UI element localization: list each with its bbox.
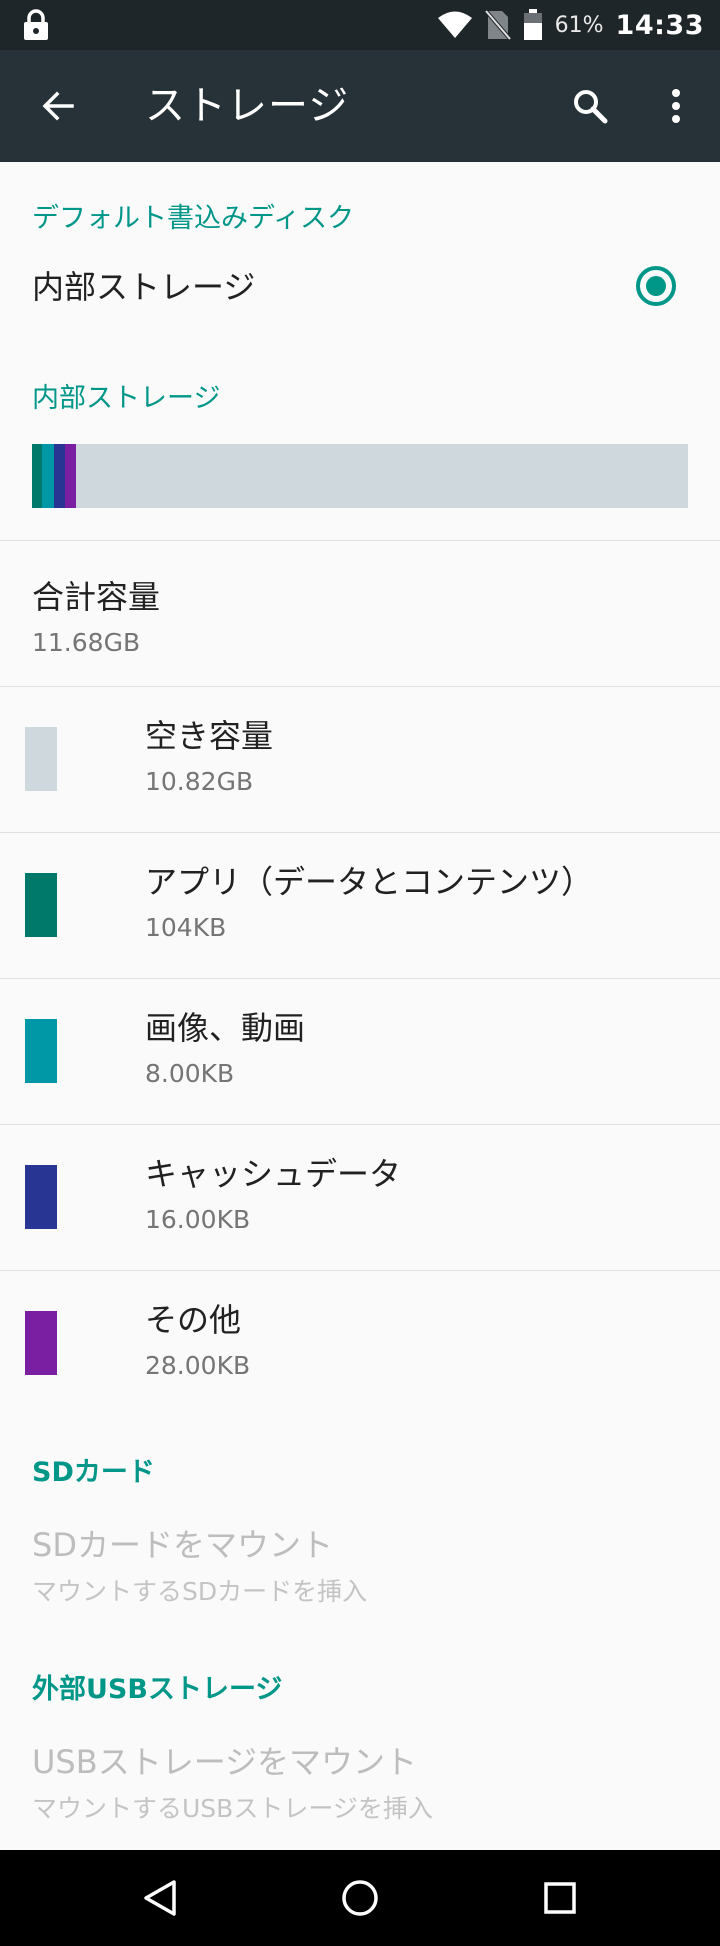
- back-button[interactable]: [30, 78, 86, 134]
- battery-icon: [523, 9, 542, 40]
- category-row-images-videos[interactable]: 画像、動画 8.00KB: [0, 979, 720, 1125]
- wifi-icon: [437, 11, 472, 38]
- radio-selected-icon[interactable]: [636, 266, 676, 306]
- nav-recents-button[interactable]: [530, 1868, 590, 1928]
- category-color-swatch: [25, 873, 57, 937]
- section-header-sd-card: SDカード: [32, 1457, 155, 1488]
- category-label: アプリ（データとコンテンツ）: [145, 863, 594, 901]
- status-bar: 61% 14:33: [0, 0, 720, 50]
- nav-home-button[interactable]: [330, 1868, 390, 1928]
- category-value: 8.00KB: [145, 1059, 235, 1088]
- nav-home-icon: [342, 1880, 378, 1916]
- overflow-menu-button[interactable]: [648, 78, 704, 134]
- category-color-swatch: [25, 727, 57, 791]
- nav-back-button[interactable]: [130, 1868, 190, 1928]
- back-arrow-icon: [42, 91, 74, 121]
- usage-segment-cache: [53, 444, 65, 508]
- section-header-default-disk: デフォルト書込みディスク: [32, 203, 355, 234]
- mount-usb-storage-item[interactable]: USBストレージをマウント マウントするUSBストレージを挿入: [32, 1737, 433, 1825]
- page-title: ストレージ: [145, 83, 350, 129]
- category-value: 16.00KB: [145, 1205, 251, 1234]
- category-label: その他: [145, 1301, 242, 1339]
- system-nav-bar: [0, 1850, 720, 1946]
- default-disk-option-internal[interactable]: 内部ストレージ: [0, 242, 720, 332]
- search-icon: [574, 90, 608, 124]
- no-sim-icon: [484, 9, 511, 41]
- mount-usb-storage-subtitle: マウントするUSBストレージを挿入: [32, 1794, 433, 1823]
- battery-percent: 61%: [554, 12, 604, 38]
- more-vert-icon: [672, 89, 680, 123]
- section-header-internal-storage: 内部ストレージ: [32, 383, 221, 414]
- category-color-swatch: [25, 1019, 57, 1083]
- nav-back-icon: [144, 1880, 176, 1916]
- category-label: 空き容量: [145, 717, 274, 755]
- category-value: 28.00KB: [145, 1351, 251, 1380]
- clock: 14:33: [615, 9, 704, 41]
- storage-settings-list: デフォルト書込みディスク 内部ストレージ 内部ストレージ 合計容量 11.68G…: [0, 162, 720, 1850]
- usage-segment-apps: [32, 444, 43, 508]
- app-toolbar: ストレージ: [0, 50, 720, 162]
- mount-sd-card-item[interactable]: SDカードをマウント マウントするSDカードを挿入: [32, 1520, 367, 1608]
- category-color-swatch: [25, 1165, 57, 1229]
- category-value: 104KB: [145, 913, 227, 942]
- category-color-swatch: [25, 1311, 57, 1375]
- section-header-usb-storage: 外部USBストレージ: [32, 1674, 283, 1705]
- storage-usage-bar: [32, 444, 688, 508]
- default-disk-option-label: 内部ストレージ: [32, 268, 256, 306]
- usage-segment-other: [64, 444, 76, 508]
- category-row-free[interactable]: 空き容量 10.82GB: [0, 687, 720, 833]
- category-row-apps[interactable]: アプリ（データとコンテンツ） 104KB: [0, 833, 720, 979]
- category-row-other[interactable]: その他 28.00KB: [0, 1271, 720, 1417]
- search-button[interactable]: [562, 78, 618, 134]
- category-value: 10.82GB: [145, 767, 254, 796]
- divider: [0, 540, 720, 541]
- category-label: キャッシュデータ: [145, 1155, 402, 1193]
- mount-usb-storage-title: USBストレージをマウント: [32, 1743, 418, 1781]
- total-capacity-label: 合計容量: [32, 578, 161, 616]
- total-capacity-row: 合計容量 11.68GB: [32, 572, 160, 657]
- category-label: 画像、動画: [145, 1009, 306, 1047]
- mount-sd-card-title: SDカードをマウント: [32, 1526, 333, 1564]
- nav-recents-icon: [544, 1882, 576, 1914]
- category-row-cache[interactable]: キャッシュデータ 16.00KB: [0, 1125, 720, 1271]
- usage-segment-images: [42, 444, 54, 508]
- total-capacity-value: 11.68GB: [32, 628, 141, 657]
- lock-icon: [24, 9, 48, 40]
- mount-sd-card-subtitle: マウントするSDカードを挿入: [32, 1577, 368, 1606]
